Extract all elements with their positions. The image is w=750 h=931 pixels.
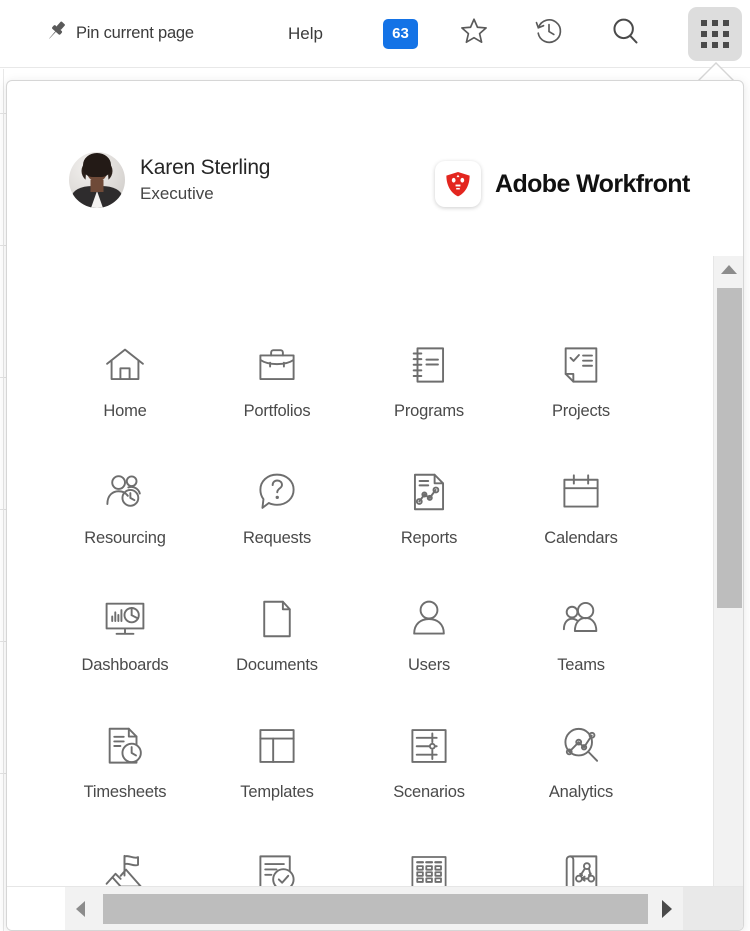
popup-header: Karen Sterling Executive Adobe Workfront xyxy=(7,81,743,256)
user-name: Karen Sterling xyxy=(140,156,271,180)
sliders-board-icon xyxy=(403,719,455,773)
monitor-charts-icon xyxy=(99,592,151,646)
app-tile-analytics[interactable]: Analytics xyxy=(505,715,657,842)
triangle-up-icon xyxy=(721,264,737,274)
notebook-icon xyxy=(403,338,455,392)
history-button[interactable] xyxy=(530,15,568,53)
app-label: Scenarios xyxy=(393,783,465,801)
app-label: Documents xyxy=(236,656,318,674)
people-icon xyxy=(555,592,607,646)
main-menu-popup: Karen Sterling Executive Adobe Workfront xyxy=(6,80,744,931)
app-label: Projects xyxy=(551,402,610,420)
app-label: Teams xyxy=(557,656,605,674)
document-chart-icon xyxy=(403,465,455,519)
person-icon xyxy=(403,592,455,646)
app-tile-requests[interactable]: Requests xyxy=(201,461,353,588)
apps-viewport: Home Portfolios Programs Projects Resour… xyxy=(7,256,683,930)
app-label: Resourcing xyxy=(84,529,166,547)
grid-apps-icon xyxy=(701,20,729,48)
app-label: Users xyxy=(407,656,451,674)
app-label: Programs xyxy=(394,402,464,420)
app-tile-resourcing[interactable]: Resourcing xyxy=(49,461,201,588)
brand: Adobe Workfront xyxy=(435,161,690,207)
user-role: Executive xyxy=(140,183,214,203)
adobe-workfront-lion-icon xyxy=(435,161,481,207)
app-tile-reports[interactable]: Reports xyxy=(353,461,505,588)
vertical-scrollbar[interactable] xyxy=(713,256,743,930)
app-tile-calendars[interactable]: Calendars xyxy=(505,461,657,588)
top-toolbar: Pin current page Help 63 xyxy=(0,0,750,68)
hscroll-left-filler xyxy=(7,887,65,930)
app-tile-documents[interactable]: Documents xyxy=(201,588,353,715)
notifications-badge[interactable]: 63 xyxy=(383,18,418,49)
help-button[interactable]: Help xyxy=(288,24,323,44)
app-label: Portfolios xyxy=(243,402,311,420)
app-label: Analytics xyxy=(548,783,614,801)
app-tile-dashboards[interactable]: Dashboards xyxy=(49,588,201,715)
horizontal-scrollbar[interactable] xyxy=(7,886,743,930)
app-tile-projects[interactable]: Projects xyxy=(505,334,657,461)
app-tile-programs[interactable]: Programs xyxy=(353,334,505,461)
scroll-up-button[interactable] xyxy=(714,256,743,282)
pin-icon xyxy=(44,18,70,49)
app-label: Requests xyxy=(242,529,312,547)
star-icon xyxy=(458,15,490,52)
history-clock-icon xyxy=(533,15,565,52)
app-label: Reports xyxy=(400,529,458,547)
app-root: Pin current page Help 63 Karen Sterling … xyxy=(0,0,750,931)
layout-panels-icon xyxy=(251,719,303,773)
app-tile-scenarios[interactable]: Scenarios xyxy=(353,715,505,842)
pin-current-page-button[interactable]: Pin current page xyxy=(44,18,194,49)
app-tile-home[interactable]: Home xyxy=(49,334,201,461)
app-label: Templates xyxy=(240,783,314,801)
vertical-scroll-thumb[interactable] xyxy=(717,288,742,608)
app-tile-portfolios[interactable]: Portfolios xyxy=(201,334,353,461)
checklist-document-icon xyxy=(555,338,607,392)
app-tile-timesheets[interactable]: Timesheets xyxy=(49,715,201,842)
magnifier-graph-icon xyxy=(555,719,607,773)
scroll-right-button[interactable] xyxy=(652,887,682,930)
scroll-left-button[interactable] xyxy=(65,887,95,930)
page-icon xyxy=(251,592,303,646)
briefcase-icon xyxy=(251,338,303,392)
user-profile[interactable]: Karen Sterling Executive xyxy=(69,152,270,208)
triangle-right-icon xyxy=(662,900,672,918)
search-icon xyxy=(609,15,641,52)
triangle-left-icon xyxy=(75,901,85,917)
calendar-icon xyxy=(555,465,607,519)
page-background-divider xyxy=(3,69,4,931)
hscroll-right-filler xyxy=(683,887,743,930)
search-button[interactable] xyxy=(606,15,644,53)
question-bubble-icon xyxy=(251,465,303,519)
home-icon xyxy=(99,338,151,392)
app-label: Timesheets xyxy=(83,783,167,801)
main-menu-button[interactable] xyxy=(688,7,742,61)
app-tile-templates[interactable]: Templates xyxy=(201,715,353,842)
document-clock-icon xyxy=(99,719,151,773)
app-label: Calendars xyxy=(544,529,618,547)
apps-grid: Home Portfolios Programs Projects Resour… xyxy=(49,334,659,930)
horizontal-scroll-thumb[interactable] xyxy=(103,894,648,924)
app-label: Dashboards xyxy=(81,656,169,674)
brand-title: Adobe Workfront xyxy=(495,169,690,198)
pin-current-page-label: Pin current page xyxy=(76,24,194,42)
avatar xyxy=(69,152,125,208)
favorites-button[interactable] xyxy=(455,15,493,53)
app-label: Home xyxy=(103,402,147,420)
people-clock-icon xyxy=(99,465,151,519)
app-tile-teams[interactable]: Teams xyxy=(505,588,657,715)
app-tile-users[interactable]: Users xyxy=(353,588,505,715)
